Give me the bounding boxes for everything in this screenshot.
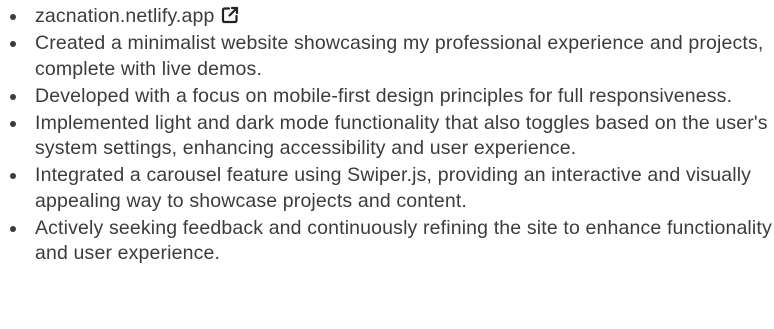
bullet-dot — [10, 120, 16, 127]
bullet-dot — [10, 14, 16, 20]
external-link-icon[interactable] — [221, 6, 239, 24]
bullet-dot — [10, 173, 16, 179]
list-item: Integrated a carousel feature using Swip… — [0, 163, 774, 214]
list-item-link: zacnation.netlify.app — [0, 4, 774, 30]
list-item-text: Actively seeking feedback and continuous… — [35, 216, 772, 265]
list-item: Developed with a focus on mobile-first d… — [0, 84, 774, 110]
list-item-text: Created a minimalist website showcasing … — [35, 32, 764, 80]
list-item: Created a minimalist website showcasing … — [0, 31, 774, 82]
list-item-text: Integrated a carousel feature using Swip… — [35, 164, 752, 212]
bullet-dot — [10, 93, 16, 100]
list-item-text: Developed with a focus on mobile-first d… — [35, 84, 733, 107]
bullet-dot — [10, 41, 16, 47]
bullet-dot — [10, 225, 16, 232]
list-item: Implemented light and dark mode function… — [0, 111, 774, 162]
list-item: Actively seeking feedback and continuous… — [0, 216, 774, 267]
site-link[interactable]: zacnation.netlify.app — [35, 5, 215, 27]
project-bullet-list: zacnation.netlify.app Created a minimali… — [0, 0, 774, 267]
list-item-text: Implemented light and dark mode function… — [35, 111, 768, 160]
